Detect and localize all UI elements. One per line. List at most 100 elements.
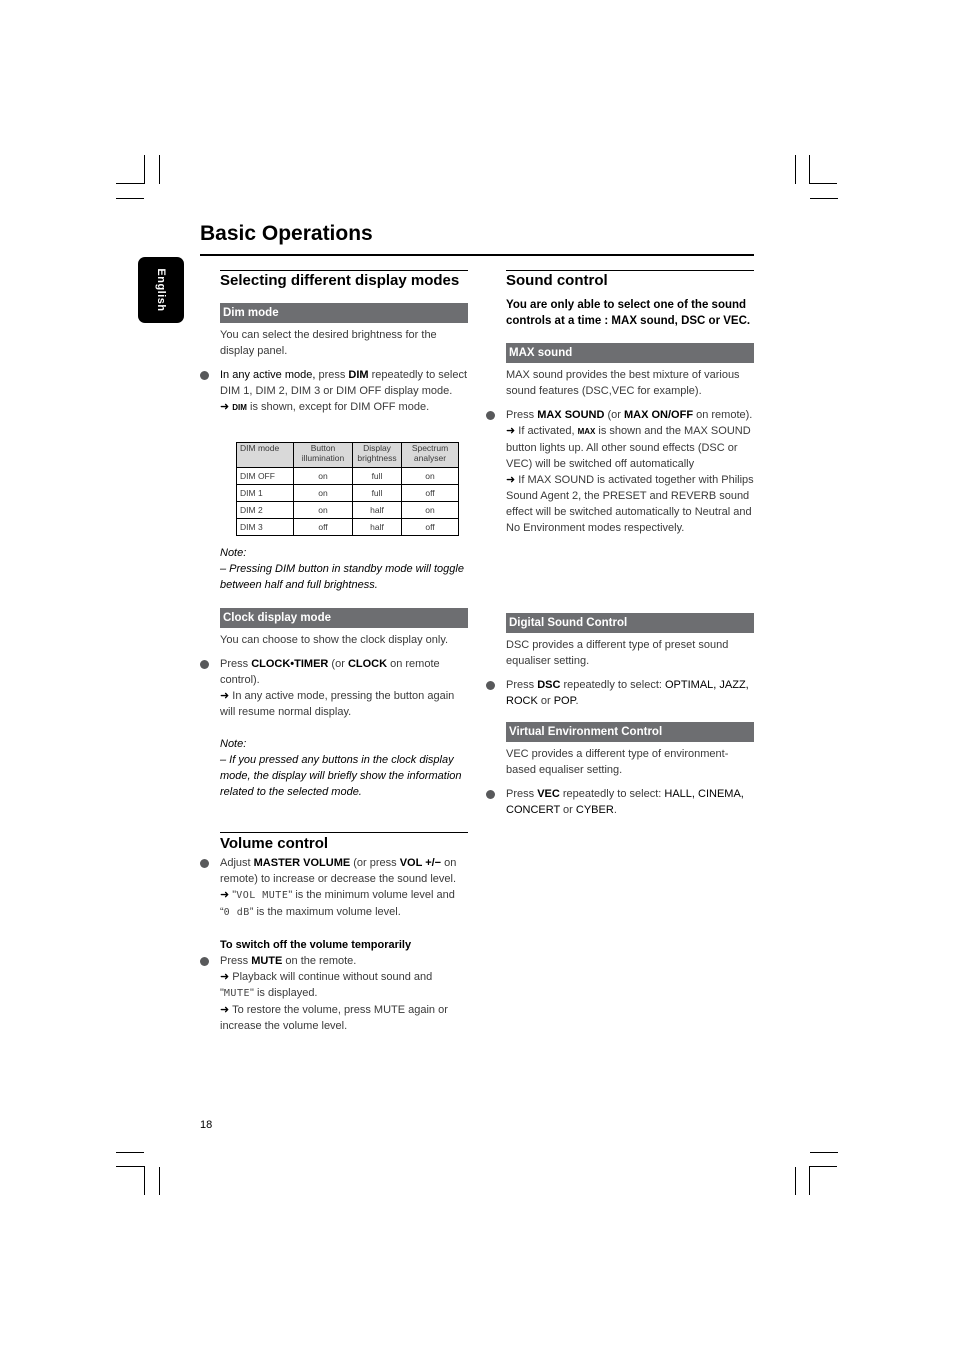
arrow-icon: ➜ [220, 690, 230, 702]
vec-section: Virtual Environment Control VEC provides… [486, 722, 754, 818]
bullet-icon [200, 660, 209, 669]
vec-key: VEC [537, 788, 560, 800]
clock-key: CLOCK [347, 658, 388, 670]
vec-option-last: CYBER [575, 804, 614, 816]
vol-key: VOL +/− [399, 857, 442, 869]
clock-bullet: Press CLOCK•TIMER (or CLOCK on remote co… [200, 656, 468, 720]
bullet-text: Press [220, 955, 252, 967]
result-text: " is displayed. [250, 987, 318, 999]
arrow-icon: ➜ [220, 889, 230, 901]
table-cell: off [401, 484, 459, 502]
bullet-text: . [575, 695, 579, 707]
bullet-text: (or [604, 409, 624, 421]
dim-note: Note: – Pressing DIM button in standby m… [220, 545, 468, 593]
section-rule [506, 270, 754, 271]
language-tab: English [138, 257, 184, 323]
bullet-text: repeatedly to select: [559, 788, 665, 800]
table-header-row: DIM mode Button illumination Display bri… [236, 442, 459, 468]
note-text: – If you pressed any buttons in the cloc… [220, 754, 462, 798]
dsc-intro: DSC provides a different type of preset … [506, 639, 729, 667]
bullet-icon [486, 681, 495, 690]
master-volume-key: MASTER VOLUME [253, 857, 351, 869]
table-cell: DIM 3 [236, 518, 294, 536]
section-title: Volume control [220, 835, 329, 852]
bullet-text: or [560, 804, 576, 816]
lcd-mute: MUTE [223, 988, 250, 999]
arrow-icon: ➜ [220, 971, 230, 983]
bullet-text: on remote). [693, 409, 753, 421]
table-cell: DIM 2 [236, 501, 294, 519]
table-cell: on [401, 501, 459, 519]
table-cell: DIM OFF [236, 467, 294, 485]
dim-key: DIM [348, 369, 369, 381]
page-title: Basic Operations [200, 222, 373, 245]
mute-subheading: To switch off the volume temporarily [220, 939, 412, 951]
bullet-text: on the remote. [282, 955, 357, 967]
dsc-bar: Digital Sound Control [506, 613, 754, 633]
result-text: is shown, except for DIM OFF mode. [246, 401, 430, 413]
language-tab-label: English [155, 268, 167, 312]
bullet-text: Adjust [220, 857, 254, 869]
bullet-text: press [315, 369, 349, 381]
dim-mode-bar: Dim mode [220, 303, 468, 323]
result-text: To restore the volume, press MUTE again … [220, 1004, 448, 1032]
title-rule [200, 254, 754, 256]
max-on-off-key: MAX ON/OFF [623, 409, 694, 421]
result-text: ” is the maximum volume level. [249, 906, 401, 918]
note-label: Note: [220, 547, 247, 559]
table-cell: on [401, 467, 459, 485]
bullet-icon [200, 371, 209, 380]
clock-mode-section: Clock display mode You can choose to sho… [200, 608, 468, 800]
arrow-icon: ➜ [220, 1004, 230, 1016]
max-sound-bullet: Press MAX SOUND (or MAX ON/OFF on remote… [486, 407, 754, 536]
bullet-text: Press [506, 409, 538, 421]
display-modes-section: Selecting different display modes Dim mo… [200, 270, 468, 416]
bullet-icon [200, 859, 209, 868]
page-number: 18 [200, 1119, 213, 1131]
dsc-section: Digital Sound Control DSC provides a dif… [486, 613, 754, 709]
table-cell: half [352, 501, 402, 519]
bullet-icon [486, 411, 495, 420]
mute-key: MUTE [251, 955, 283, 967]
dsc-key: DSC [537, 679, 561, 691]
section-title: Sound control [506, 272, 608, 289]
arrow-icon: ➜ [506, 474, 516, 486]
result-text: If MAX SOUND is activated together with … [506, 474, 754, 534]
dsc-option-last: POP [553, 695, 576, 707]
table-header: Spectrum analyser [401, 442, 459, 468]
result-text: If activated, [515, 425, 578, 437]
bullet-text: or [537, 695, 554, 707]
bullet-text: Press [506, 679, 538, 691]
volume-bullet: Adjust MASTER VOLUME (or press VOL +/− o… [200, 855, 468, 921]
table-cell: off [293, 518, 353, 536]
bullet-text: . [613, 804, 617, 816]
dim-mode-intro: You can select the desired brightness fo… [220, 329, 437, 357]
dim-bullet: In any active mode, press DIM repeatedly… [200, 367, 468, 416]
vec-bullet: Press VEC repeatedly to select: HALL, CI… [486, 786, 754, 818]
table-cell: off [401, 518, 459, 536]
table-header: DIM mode [236, 442, 294, 468]
note-text: – Pressing DIM button in standby mode wi… [220, 563, 464, 591]
table-cell: on [293, 484, 353, 502]
clock-mode-intro: You can choose to show the clock display… [220, 634, 449, 646]
volume-section: Volume control Adjust MASTER VOLUME (or … [200, 832, 468, 1034]
sound-control-intro: You are only able to select one of the s… [506, 299, 751, 327]
table-row: DIM 3 off half off [236, 518, 459, 536]
vec-bar: Virtual Environment Control [506, 722, 754, 742]
table-header: Button illumination [293, 442, 353, 468]
dsc-bullet: Press DSC repeatedly to select: OPTIMAL,… [486, 677, 754, 709]
table-cell: DIM 1 [236, 484, 294, 502]
section-rule [220, 832, 468, 833]
table-row: DIM 1 on full off [236, 484, 459, 502]
bullet-lead: In any active mode, [220, 369, 316, 381]
dim-indicator: DIM [232, 403, 247, 412]
note-label: Note: [220, 738, 247, 750]
bullet-text: (or press [350, 857, 400, 869]
bullet-icon [486, 790, 495, 799]
table-cell: full [352, 467, 402, 485]
mute-bullet: Press MUTE on the remote. ➜ Playback wil… [200, 953, 468, 1034]
lcd-vol-mute: VOL MUTE [236, 890, 289, 901]
table-row: DIM 2 on half on [236, 501, 459, 519]
table-cell: on [293, 467, 353, 485]
max-sound-key: MAX SOUND [537, 409, 605, 421]
